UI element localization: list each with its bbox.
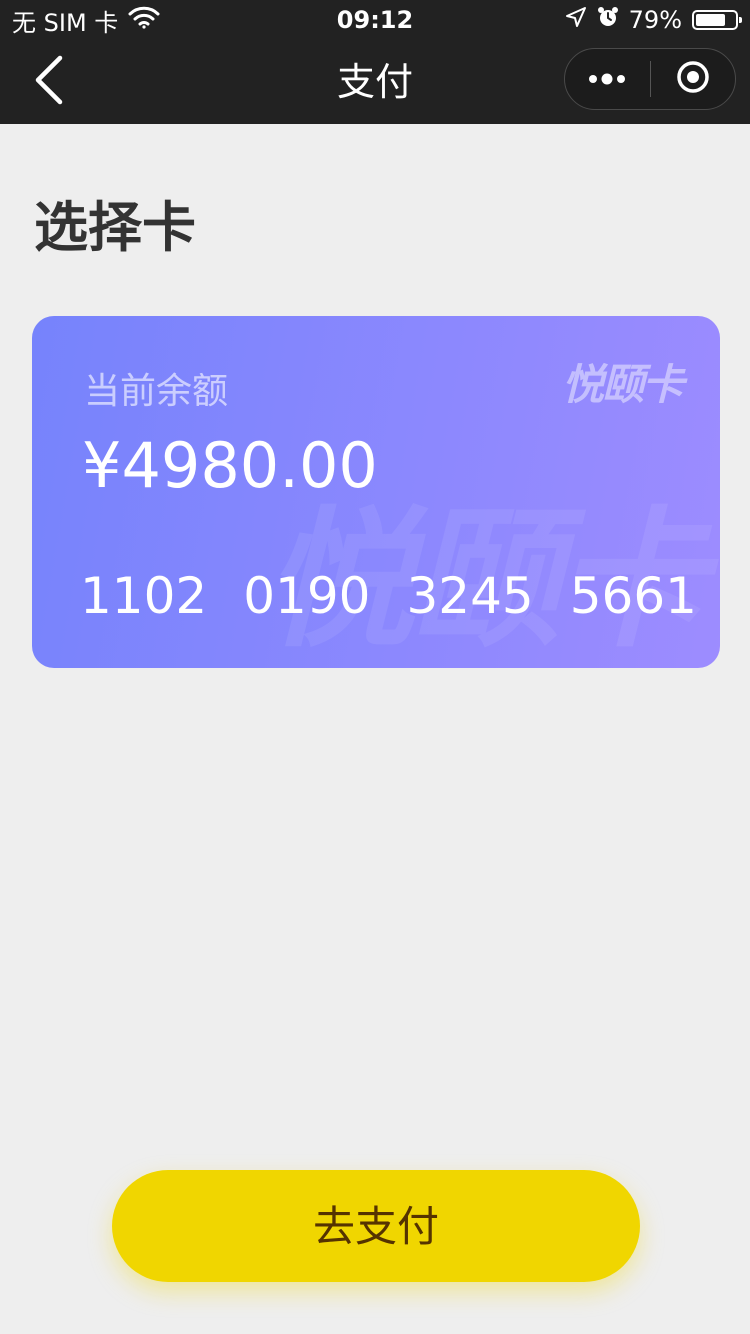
balance-label: 当前余额: [84, 371, 229, 412]
close-button[interactable]: [651, 49, 736, 109]
battery-icon: [692, 10, 742, 30]
status-bar: 无 SIM 卡 09:12 79%: [0, 0, 750, 40]
pay-button[interactable]: 去支付: [112, 1170, 640, 1282]
more-dots-icon: [587, 70, 627, 89]
card-number-group: 0190: [243, 567, 371, 625]
alarm-icon: [597, 6, 619, 34]
card-number-group: 3245: [406, 567, 534, 625]
capsule-menu: [564, 48, 736, 110]
status-right: 79%: [565, 5, 742, 35]
location-arrow-icon: [565, 6, 587, 34]
nav-bar: 支付: [0, 40, 750, 124]
close-target-icon: [675, 59, 711, 99]
battery-percent: 79%: [628, 6, 682, 34]
card-number-group: 1102: [80, 567, 208, 625]
member-card[interactable]: 悦颐卡 悦颐卡 当前余额 ¥4980.00 1102 0190 3245 566…: [32, 316, 720, 668]
battery-fill: [696, 14, 726, 26]
section-title: 选择卡: [34, 196, 196, 259]
more-button[interactable]: [565, 49, 650, 109]
balance-value: ¥4980.00: [82, 429, 378, 502]
card-number: 1102 0190 3245 5661: [80, 564, 697, 628]
card-number-group: 5661: [569, 567, 697, 625]
card-brand-logo: 悦颐卡: [561, 360, 684, 409]
